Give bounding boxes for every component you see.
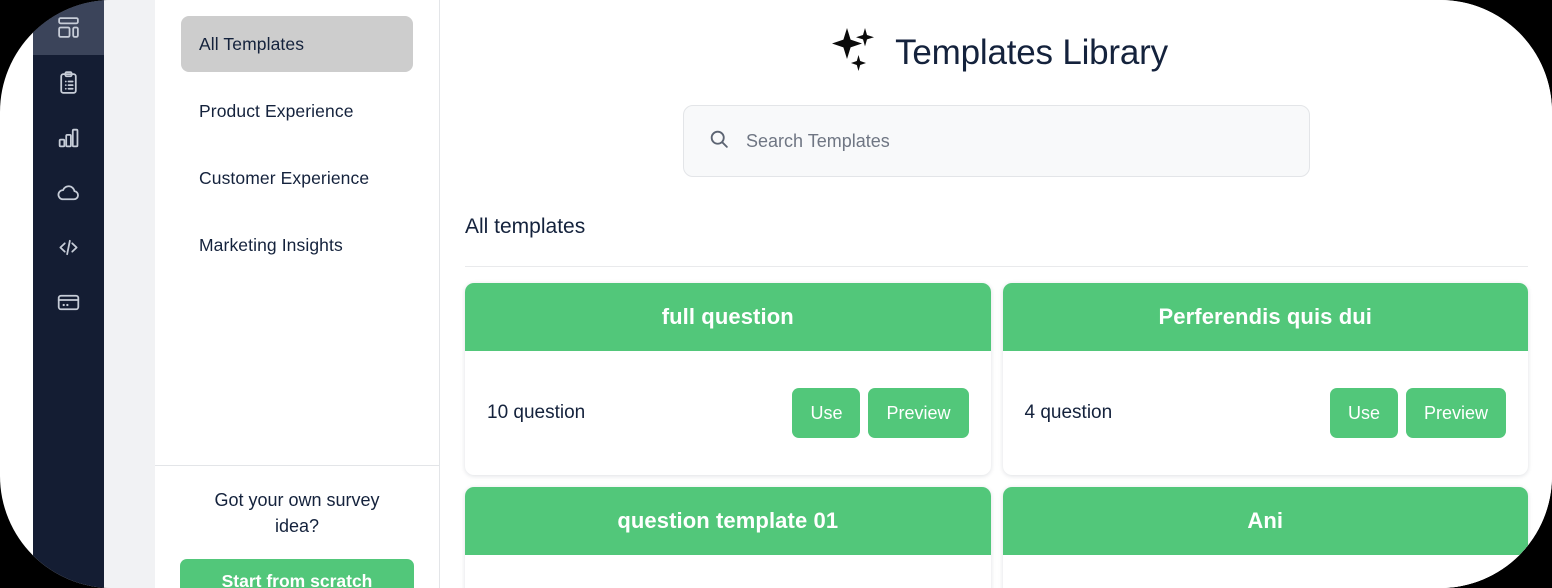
template-card[interactable]: Ani bbox=[1002, 487, 1529, 588]
sidebar-item-dashboard[interactable] bbox=[33, 0, 104, 55]
template-question-count: 4 question bbox=[1024, 402, 1113, 423]
dashboard-icon bbox=[56, 15, 81, 40]
use-template-button[interactable]: Use bbox=[792, 388, 861, 438]
preview-template-button[interactable]: Preview bbox=[868, 388, 969, 438]
own-survey-prompt: Got your own survey idea? bbox=[214, 490, 380, 536]
section-divider bbox=[465, 266, 1528, 267]
template-card[interactable]: Perferendis quis dui 4 question Use Prev… bbox=[1002, 283, 1529, 475]
sidebar-item-billing[interactable] bbox=[33, 275, 104, 330]
clipboard-icon bbox=[56, 70, 81, 95]
preview-template-button[interactable]: Preview bbox=[1405, 388, 1506, 438]
sidebar-item-cloud[interactable] bbox=[33, 165, 104, 220]
template-card-actions: Use Preview bbox=[792, 388, 969, 438]
template-card-cell: question template 01 bbox=[459, 481, 997, 588]
bar-chart-icon bbox=[56, 125, 81, 150]
template-card-actions: Use Preview bbox=[1329, 388, 1506, 438]
page-header: Templates Library bbox=[441, 0, 1552, 83]
sidebar-item-developers[interactable] bbox=[33, 220, 104, 275]
category-list: All Templates Product Experience Custome… bbox=[155, 0, 439, 273]
category-item-customer-experience[interactable]: Customer Experience bbox=[181, 150, 413, 206]
template-card-title: Ani bbox=[1002, 487, 1528, 555]
code-icon bbox=[56, 235, 81, 260]
main-content: Templates Library All templates full que… bbox=[441, 0, 1552, 588]
template-card-body bbox=[1003, 555, 1529, 588]
category-item-label: Product Experience bbox=[199, 100, 354, 121]
search-icon bbox=[708, 128, 730, 155]
category-item-label: Customer Experience bbox=[199, 167, 370, 188]
template-card-cell: Perferendis quis dui 4 question Use Prev… bbox=[997, 277, 1535, 481]
templates-grid: full question 10 question Use Preview Pe… bbox=[459, 277, 1534, 588]
category-item-product-experience[interactable]: Product Experience bbox=[181, 83, 413, 139]
search-bar[interactable] bbox=[683, 105, 1310, 177]
rail-gutter bbox=[104, 0, 155, 588]
template-card-cell: full question 10 question Use Preview bbox=[459, 277, 997, 481]
template-card[interactable]: full question 10 question Use Preview bbox=[465, 283, 991, 475]
template-card[interactable]: question template 01 bbox=[465, 487, 991, 588]
category-item-marketing-insights[interactable]: Marketing Insights bbox=[181, 217, 413, 273]
template-question-count: 10 question bbox=[487, 402, 586, 423]
template-card-body: 10 question Use Preview bbox=[465, 351, 991, 475]
own-survey-cta: Got your own survey idea? Start from scr… bbox=[155, 465, 439, 588]
category-item-label: All Templates bbox=[199, 33, 305, 54]
credit-card-icon bbox=[56, 290, 81, 315]
section-heading: All templates bbox=[465, 215, 586, 238]
template-card-body: 4 question Use Preview bbox=[1003, 351, 1529, 475]
page-title: Templates Library bbox=[895, 32, 1168, 72]
template-card-body bbox=[465, 555, 991, 588]
cloud-icon bbox=[56, 180, 81, 205]
template-card-title: Perferendis quis dui bbox=[1002, 283, 1528, 351]
sparkles-icon bbox=[825, 22, 881, 83]
sidebar-item-reports[interactable] bbox=[33, 110, 104, 165]
template-card-cell: Ani bbox=[997, 481, 1535, 588]
template-card-title: full question bbox=[465, 283, 991, 351]
category-nav-panel: All Templates Product Experience Custome… bbox=[155, 0, 440, 588]
viewport: All Templates Product Experience Custome… bbox=[0, 0, 1552, 588]
category-item-all-templates[interactable]: All Templates bbox=[181, 16, 413, 72]
template-card-title: question template 01 bbox=[465, 487, 991, 555]
start-from-scratch-button[interactable]: Start from scratch bbox=[180, 559, 414, 588]
use-template-button[interactable]: Use bbox=[1329, 388, 1398, 438]
app-window: All Templates Product Experience Custome… bbox=[0, 0, 1552, 588]
sidebar-item-surveys[interactable] bbox=[33, 55, 104, 110]
search-input[interactable] bbox=[746, 130, 1285, 152]
primary-icon-rail bbox=[33, 0, 104, 588]
category-item-label: Marketing Insights bbox=[199, 234, 343, 255]
